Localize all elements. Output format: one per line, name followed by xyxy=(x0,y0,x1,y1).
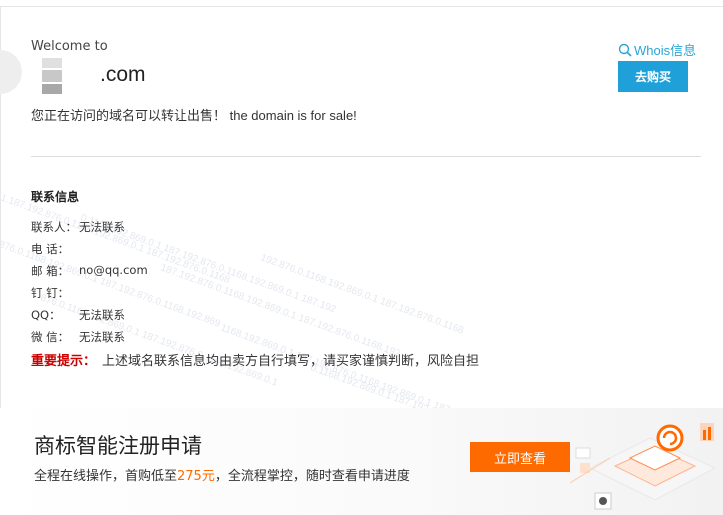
contact-label: QQ： xyxy=(31,308,61,322)
banner-subtitle: 全程在线操作，首购低至 275元 ，全流程掌控，随时查看申请进度 xyxy=(34,465,410,484)
banner-sub-after: ，全流程掌控，随时查看申请进度 xyxy=(214,469,410,484)
decorative-circle xyxy=(0,50,22,94)
domain-suffix: .com xyxy=(100,63,146,86)
domain-redaction xyxy=(40,58,64,94)
contact-row-contact: 联系人： 无法联系 xyxy=(31,219,125,235)
top-divider xyxy=(0,6,723,7)
contact-label: 钉 钉： xyxy=(31,286,70,300)
contact-label: 微 信： xyxy=(31,330,70,344)
contact-value: no@qq.com xyxy=(79,263,148,277)
notice-text: 上述域名联系信息均由卖方自行填写，请买家谨慎判断，风险自担 xyxy=(102,354,480,369)
contact-label: 邮 箱： xyxy=(31,264,70,278)
search-icon xyxy=(618,43,632,57)
sale-notice: 您正在访问的域名可以转让出售！ the domain is for sale! xyxy=(31,108,357,123)
domain-name: .com xyxy=(31,58,146,94)
background-watermark: 1.187.192.876.0.1168.192.869.0.1 187.192… xyxy=(0,192,497,439)
contact-label: 联系人： xyxy=(31,220,77,234)
banner-price: 275元 xyxy=(177,469,215,484)
contact-row-wechat: 微 信： 无法联系 xyxy=(31,329,125,345)
section-divider xyxy=(31,156,701,157)
banner-sub-before: 全程在线操作，首购低至 xyxy=(34,469,178,484)
svg-text:1168.192.869.0.1 187.192.876.0: 1168.192.869.0.1 187.192.876.0.1168.192.… xyxy=(219,322,452,416)
welcome-text: Welcome to xyxy=(31,39,108,54)
whois-label: Whois信息 xyxy=(634,43,697,58)
banner-illustration xyxy=(570,423,717,510)
important-notice: 重要提示： 上述域名联系信息均由卖方自行填写，请买家谨慎判断，风险自担 xyxy=(31,350,479,369)
view-now-button[interactable]: 立即查看 xyxy=(470,442,570,472)
domain-sale-page: 1.187.192.876.0.1168.192.869.0.1 187.192… xyxy=(0,0,723,515)
contact-value: 无法联系 xyxy=(79,308,125,322)
contact-row-dingtalk: 钉 钉： xyxy=(31,285,79,301)
contact-title: 联系信息 xyxy=(31,190,80,204)
contact-value: 无法联系 xyxy=(79,220,125,234)
contact-row-phone: 电 话： xyxy=(31,241,79,257)
svg-text:187.192.876.0.1168.192.869.0.1: 187.192.876.0.1168.192.869.0.1 187.192.8… xyxy=(159,262,402,359)
whois-link[interactable]: Whois信息 xyxy=(618,40,696,59)
contact-row-email: 邮 箱： no@qq.com xyxy=(31,263,148,279)
svg-text:192.876.0.1168.192.869.0.1 187: 192.876.0.1168.192.869.0.1 187.192.876.0… xyxy=(259,252,466,336)
notice-label: 重要提示： xyxy=(31,354,97,369)
contact-label: 电 话： xyxy=(31,242,70,256)
contact-row-qq: QQ： 无法联系 xyxy=(31,307,125,323)
buy-button[interactable]: 去购买 xyxy=(618,61,688,92)
contact-value: 无法联系 xyxy=(79,330,125,344)
banner-title: 商标智能注册申请 xyxy=(34,434,202,458)
